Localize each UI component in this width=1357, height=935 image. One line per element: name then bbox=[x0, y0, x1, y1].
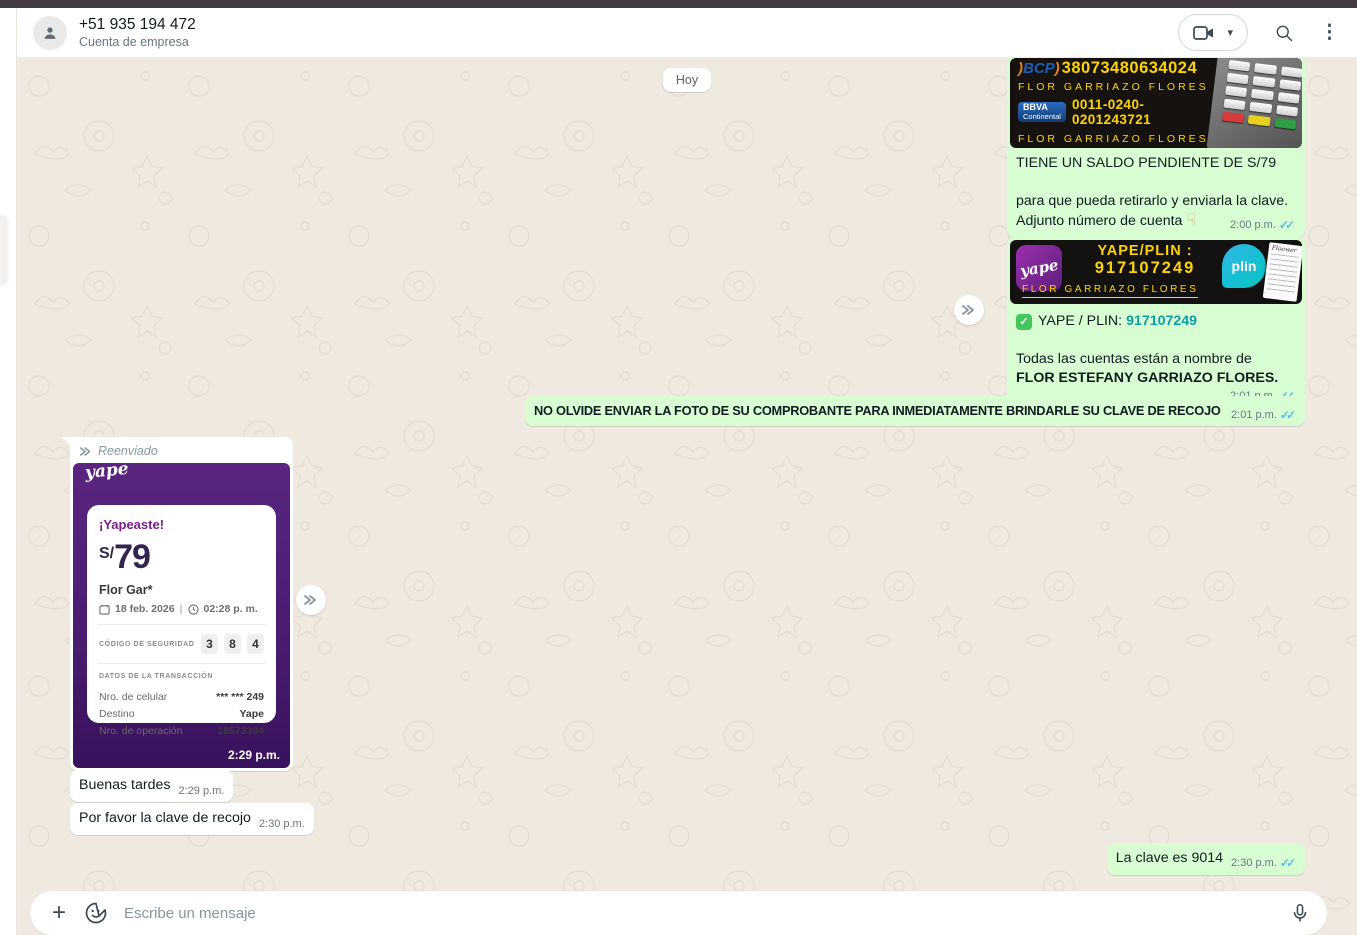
search-button[interactable] bbox=[1274, 23, 1294, 43]
transaction-row: Nro. de celular*** *** 249 bbox=[99, 691, 264, 703]
timestamp: 2:30 p.m. bbox=[1231, 857, 1277, 869]
contact-info[interactable]: +51 935 194 472 Cuenta de empresa bbox=[79, 15, 1178, 50]
message-meta: 2:30 p.m. bbox=[259, 818, 305, 830]
message-text: YAPE / PLIN: 917107249 bbox=[1038, 312, 1197, 331]
browser-top-strip bbox=[0, 0, 1357, 8]
message-text: para que pueda retirarlo y enviarla la c… bbox=[1016, 192, 1296, 211]
message-input[interactable] bbox=[124, 905, 1289, 922]
bank-accounts-image[interactable]: )BCP) 38073480634024 FLOR GARRIAZO FLORE… bbox=[1010, 58, 1302, 148]
receipt-title: ¡Yapeaste! bbox=[99, 517, 264, 532]
message-receipt[interactable]: Reenviado yape ¡Yapeaste! S/79 Flor Gar* bbox=[70, 437, 293, 771]
person-icon bbox=[40, 23, 60, 43]
forward-button[interactable] bbox=[296, 585, 326, 615]
pointing-down-emoji: ☟ bbox=[1186, 212, 1196, 229]
account-holder-name: FLOR GARRIAZO FLORES bbox=[1018, 81, 1218, 93]
attach-button[interactable]: + bbox=[44, 901, 74, 925]
image-phone-number: 917107249 bbox=[1070, 259, 1220, 278]
forwarded-icon bbox=[79, 446, 93, 457]
message-greeting[interactable]: Buenas tardes 2:29 p.m. bbox=[70, 770, 233, 802]
video-call-button[interactable]: ▾ bbox=[1178, 14, 1248, 51]
message-text: Por favor la clave de recojo bbox=[79, 809, 251, 828]
security-digit: 4 bbox=[247, 634, 264, 654]
message-yape-plin[interactable]: yape YAPE/PLIN : 917107249 plin FLOR GAR… bbox=[1007, 237, 1305, 409]
bcp-account-number: 38073480634024 bbox=[1062, 59, 1197, 78]
security-digit: 3 bbox=[201, 634, 218, 654]
receipt-card: ¡Yapeaste! S/79 Flor Gar* 18 feb. 2026 | bbox=[87, 505, 276, 723]
price-list-paper: Floower bbox=[1263, 242, 1302, 302]
forward-button[interactable] bbox=[954, 295, 984, 325]
message-text: NO OLVIDE ENVIAR LA FOTO DE SU COMPROBAN… bbox=[534, 403, 1221, 418]
message-meta: 2:29 p.m. bbox=[179, 785, 225, 797]
timestamp: 2:30 p.m. bbox=[259, 818, 305, 830]
receipt-payee: Flor Gar* bbox=[99, 583, 264, 597]
message-meta: 2:01 p.m. ✓✓ bbox=[1231, 408, 1296, 422]
kebab-icon: ⋮ bbox=[1320, 23, 1339, 42]
message-text: Todas las cuentas están a nombre de bbox=[1016, 350, 1296, 369]
read-receipt-icon: ✓✓ bbox=[1280, 856, 1296, 870]
yape-brand: yape bbox=[84, 463, 129, 483]
message-request[interactable]: Por favor la clave de recojo 2:30 p.m. bbox=[70, 803, 314, 835]
microphone-icon bbox=[1289, 902, 1311, 924]
bbva-account-number: 0011-0240-0201243721 bbox=[1072, 97, 1218, 127]
image-title: YAPE/PLIN : bbox=[1070, 243, 1220, 259]
timestamp: 2:00 p.m. bbox=[1230, 219, 1276, 231]
drawer-handle[interactable] bbox=[0, 215, 7, 285]
check-box-emoji: ✓ bbox=[1016, 314, 1032, 330]
search-icon bbox=[1274, 23, 1294, 43]
yape-plin-image[interactable]: yape YAPE/PLIN : 917107249 plin FLOR GAR… bbox=[1010, 240, 1302, 304]
timestamp: 2:29 p.m. bbox=[179, 785, 225, 797]
transaction-row: Nro. de operación18573384 bbox=[99, 725, 264, 737]
whatsapp-chat-window: +51 935 194 472 Cuenta de empresa ▾ ⋮ bbox=[17, 8, 1357, 935]
message-text: TIENE UN SALDO PENDIENTE DE S/79 bbox=[1016, 154, 1296, 173]
transaction-data-label: DATOS DE LA TRANSACCIÓN bbox=[99, 673, 264, 680]
image-holder-name: FLOR GARRIAZO FLORES bbox=[1022, 284, 1198, 298]
read-receipt-icon: ✓✓ bbox=[1280, 408, 1296, 422]
conversation-panel[interactable]: Hoy )BCP) 38073480634024 FLOR GARRIAZO F… bbox=[17, 58, 1357, 935]
bcp-logo: )BCP) bbox=[1018, 60, 1060, 77]
clock-icon bbox=[188, 604, 199, 615]
contact-phone: +51 935 194 472 bbox=[79, 15, 1178, 34]
plus-icon: + bbox=[52, 899, 66, 926]
message-reminder[interactable]: NO OLVIDE ENVIAR LA FOTO DE SU COMPROBAN… bbox=[525, 396, 1305, 426]
message-bank-accounts[interactable]: )BCP) 38073480634024 FLOR GARRIAZO FLORE… bbox=[1007, 58, 1305, 238]
security-digit: 8 bbox=[224, 634, 241, 654]
left-rail bbox=[0, 8, 17, 935]
account-holder-name: FLOR GARRIAZO FLORES bbox=[1018, 133, 1218, 145]
image-timestamp: 2:29 p.m. bbox=[228, 748, 280, 762]
message-meta: 2:00 p.m. ✓✓ bbox=[1230, 218, 1295, 232]
forward-icon bbox=[303, 594, 319, 606]
message-text: La clave es 9014 bbox=[1116, 849, 1223, 868]
bank-image-text: )BCP) 38073480634024 FLOR GARRIAZO FLORE… bbox=[1018, 58, 1218, 145]
security-code: CÓDIGO DE SEGURIDAD 3 8 4 bbox=[99, 634, 264, 654]
contact-subtitle: Cuenta de empresa bbox=[79, 34, 1178, 50]
message-key[interactable]: La clave es 9014 2:30 p.m. ✓✓ bbox=[1107, 843, 1305, 875]
timestamp: 2:01 p.m. bbox=[1231, 409, 1277, 421]
forwarded-label: Reenviado bbox=[73, 440, 290, 463]
message-text: FLOR ESTEFANY GARRIAZO FLORES. bbox=[1016, 369, 1296, 388]
yape-receipt-image[interactable]: yape ¡Yapeaste! S/79 Flor Gar* 18 feb. 2… bbox=[73, 463, 290, 768]
phone-number-link: 917107249 bbox=[1126, 313, 1197, 329]
date-badge: Hoy bbox=[663, 68, 711, 92]
header-actions: ▾ ⋮ bbox=[1178, 14, 1339, 51]
pos-terminal-graphic bbox=[1206, 58, 1302, 148]
voice-message-button[interactable] bbox=[1289, 902, 1311, 924]
forward-icon bbox=[961, 304, 977, 316]
emoji-sticker-button[interactable] bbox=[84, 901, 108, 925]
plin-logo: plin bbox=[1222, 244, 1266, 288]
avatar[interactable] bbox=[33, 16, 67, 50]
calendar-icon bbox=[99, 604, 110, 615]
chevron-down-icon: ▾ bbox=[1227, 26, 1233, 39]
read-receipt-icon: ✓✓ bbox=[1279, 218, 1295, 232]
message-text: Buenas tardes bbox=[79, 776, 171, 795]
chat-header: +51 935 194 472 Cuenta de empresa ▾ ⋮ bbox=[17, 8, 1357, 58]
video-camera-icon bbox=[1193, 25, 1215, 41]
menu-button[interactable]: ⋮ bbox=[1320, 23, 1339, 42]
bbva-logo: BBVA Continental bbox=[1018, 102, 1066, 121]
message-composer: + bbox=[30, 891, 1327, 935]
receipt-amount: S/79 bbox=[99, 538, 264, 577]
receipt-datetime: 18 feb. 2026 | 02:28 p. m. bbox=[99, 603, 264, 615]
message-meta: 2:30 p.m. ✓✓ bbox=[1231, 856, 1296, 870]
sticker-icon bbox=[84, 901, 108, 925]
transaction-row: DestinoYape bbox=[99, 708, 264, 720]
